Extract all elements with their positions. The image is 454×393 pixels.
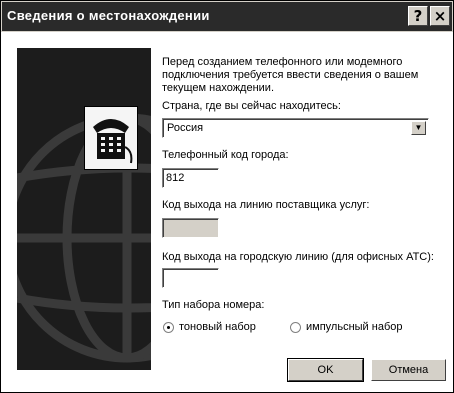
cancel-button[interactable]: Отмена [371,359,446,381]
location-info-dialog: Сведения о местонахождении ? × Перед соз… [0,0,454,393]
help-button[interactable]: ? [408,6,428,26]
carrier-code-label: Код выхода на линию поставщика услуг: [162,199,370,211]
chevron-down-icon[interactable]: ▼ [411,121,426,135]
outside-line-field[interactable] [162,268,219,288]
dialing-type-label: Тип набора номера: [162,299,265,311]
country-label: Страна, где вы сейчас находитесь: [162,100,341,112]
outside-line-label: Код выхода на городскую линию (для офисн… [162,251,434,263]
close-button[interactable]: × [430,6,450,26]
title-bar[interactable]: Сведения о местонахождении ? × [2,2,452,31]
country-select[interactable]: Россия ▼ [162,118,429,138]
area-code-field[interactable]: 812 [162,168,219,188]
telephone-icon [84,106,138,170]
area-code-label: Телефонный код города: [162,149,289,161]
country-value: Россия [167,122,204,134]
tone-dialing-radio[interactable] [163,322,174,333]
pulse-dialing-label[interactable]: импульсный набор [306,321,402,333]
ok-button[interactable]: OK [287,358,364,382]
tone-dialing-label[interactable]: тоновый набор [179,321,256,333]
globe-illustration [17,48,151,370]
intro-text: Перед созданием телефонного или модемног… [162,56,419,94]
carrier-code-field[interactable] [162,218,219,238]
globe-icon [17,113,151,363]
area-code-value: 812 [166,172,185,184]
dialog-title: Сведения о местонахождении [7,8,210,23]
pulse-dialing-radio[interactable] [290,322,301,333]
